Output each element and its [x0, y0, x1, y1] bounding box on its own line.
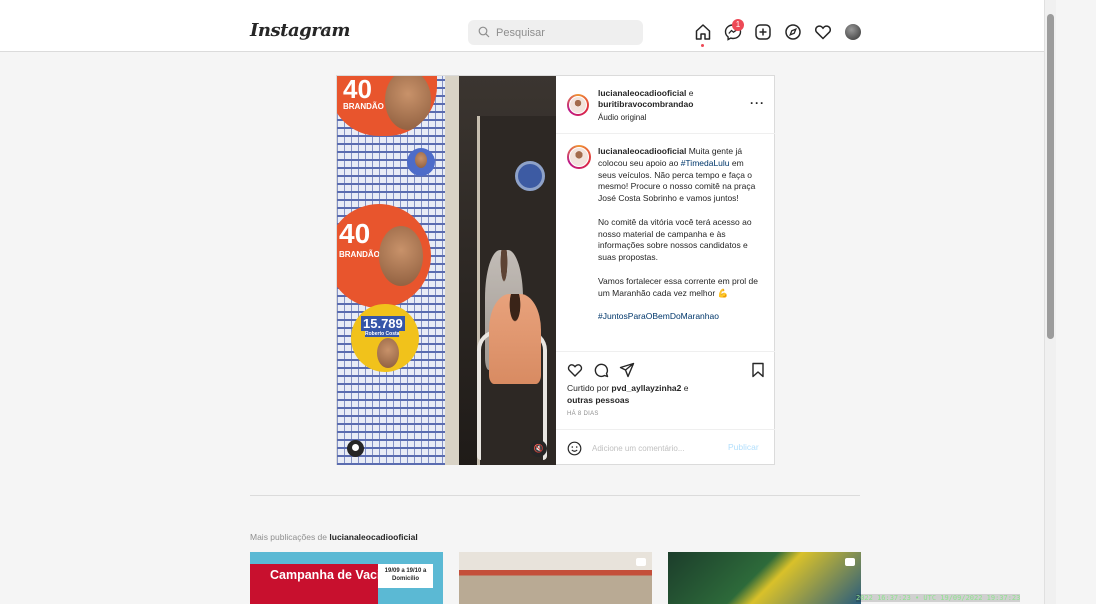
- media-person-seated: [489, 294, 541, 384]
- publish-button[interactable]: Publicar: [728, 442, 759, 452]
- sticker-name: BRANDÃO: [339, 250, 380, 259]
- comment-icon[interactable]: [593, 362, 609, 378]
- post-media-video[interactable]: 40 BRANDÃO 40 BRANDÃO 15.789 Roberto Cos…: [337, 76, 556, 465]
- sticker-number: 40: [339, 218, 371, 249]
- more-post-thumbnail[interactable]: [668, 552, 861, 604]
- hashtag-link[interactable]: #TimedaLulu: [681, 158, 730, 168]
- likes-summary: Curtido por pvd_ayllayzinha2 e outras pe…: [567, 382, 737, 406]
- post-actions: [556, 351, 775, 379]
- search-box[interactable]: [468, 20, 643, 45]
- thumbnail-date: 19/09 a 19/10 a Domicílio: [378, 564, 433, 588]
- section-divider: [250, 495, 860, 496]
- coauthor-username[interactable]: buritibravocombrandao: [598, 99, 693, 109]
- comment-box: Publicar: [556, 429, 775, 465]
- caption-author-avatar[interactable]: [567, 145, 591, 169]
- post-authors: lucianaleocadiooficial e buritibravocomb…: [598, 88, 748, 110]
- candidate-photo-small: [415, 152, 427, 168]
- chevron-down-icon[interactable]: ⌄: [323, 24, 331, 35]
- top-nav-bar: Instagram ⌄ 1: [0, 0, 1044, 52]
- likes-suffix: e: [681, 383, 689, 393]
- sticker-name: BRANDÃO: [343, 102, 384, 111]
- new-post-icon[interactable]: [754, 23, 772, 41]
- share-icon[interactable]: [619, 362, 635, 378]
- sticker-number: 40: [343, 76, 372, 104]
- post-header: lucianaleocadiooficial e buritibravocomb…: [556, 76, 775, 134]
- comment-input[interactable]: [592, 441, 712, 455]
- profile-avatar[interactable]: [845, 24, 861, 40]
- video-indicator-icon: [636, 558, 646, 566]
- likes-others[interactable]: outras pessoas: [567, 395, 629, 405]
- search-icon: [478, 26, 490, 38]
- explore-icon[interactable]: [784, 23, 802, 41]
- media-pillar: [445, 76, 459, 465]
- more-options-icon[interactable]: ···: [750, 96, 765, 110]
- media-wall-fan: [515, 161, 545, 191]
- candidate-photo: [377, 338, 399, 368]
- scrollbar-thumb[interactable]: [1047, 14, 1054, 339]
- active-indicator: [701, 44, 704, 47]
- tagged-users-icon[interactable]: [347, 440, 364, 457]
- like-heart-icon[interactable]: [567, 362, 583, 378]
- activity-heart-icon[interactable]: [814, 23, 832, 41]
- more-posts-user[interactable]: lucianaleocadiooficial: [329, 532, 417, 542]
- search-input[interactable]: [496, 20, 636, 45]
- likes-prefix: Curtido por: [567, 383, 612, 393]
- candidate-photo: [379, 226, 423, 286]
- author-avatar-image: [569, 96, 587, 114]
- audio-label[interactable]: Áudio original: [598, 113, 646, 122]
- caption-text-2: No comitê da vitória você terá acesso ao…: [598, 216, 752, 263]
- hashtag-link-2[interactable]: #JuntosParaOBemDoMaranhao: [598, 311, 763, 323]
- sticker-number-2: 15.789: [361, 316, 405, 331]
- more-post-thumbnail[interactable]: Campanha de Vacinação 19/09 a 19/10 a Do…: [250, 552, 443, 604]
- caption-username[interactable]: lucianaleocadiooficial: [598, 146, 686, 156]
- author-avatar[interactable]: [567, 94, 589, 116]
- messages-badge: 1: [732, 19, 744, 31]
- authors-connector: e: [686, 88, 694, 98]
- author-username[interactable]: lucianaleocadiooficial: [598, 88, 686, 98]
- sticker-name-2: Roberto Costa: [365, 331, 400, 337]
- more-posts-title: Mais publicações de lucianaleocadioofici…: [250, 532, 418, 542]
- more-post-thumbnail[interactable]: [459, 552, 652, 604]
- post-age[interactable]: HÁ 8 DIAS: [567, 411, 599, 417]
- home-icon[interactable]: [694, 23, 712, 41]
- small-sticker: [407, 148, 435, 176]
- post-sidebar: lucianaleocadiooficial e buritibravocomb…: [556, 76, 775, 465]
- caption-avatar-image: [569, 147, 589, 167]
- timestamp-overlay: 2022 16:37:23 • UTC 19/09/2022 19:37:23: [856, 594, 1021, 602]
- page-scrollbar[interactable]: [1044, 0, 1056, 604]
- campaign-sticker-yellow: 15.789 Roberto Costa: [351, 304, 419, 372]
- post-card: 40 BRANDÃO 40 BRANDÃO 15.789 Roberto Cos…: [336, 75, 775, 465]
- emoji-icon[interactable]: [567, 441, 582, 456]
- liked-by-user[interactable]: pvd_ayllayzinha2: [611, 383, 681, 393]
- caption-text-3: Vamos fortalecer essa corrente em prol d…: [598, 275, 758, 298]
- mute-audio-icon[interactable]: 🔇: [530, 440, 547, 457]
- post-caption: lucianaleocadiooficial Muita gente já co…: [598, 146, 763, 335]
- save-bookmark-icon[interactable]: [750, 362, 766, 378]
- instagram-logo[interactable]: Instagram: [250, 20, 350, 41]
- more-posts-prefix: Mais publicações de: [250, 532, 330, 542]
- carousel-indicator-icon: [845, 558, 855, 566]
